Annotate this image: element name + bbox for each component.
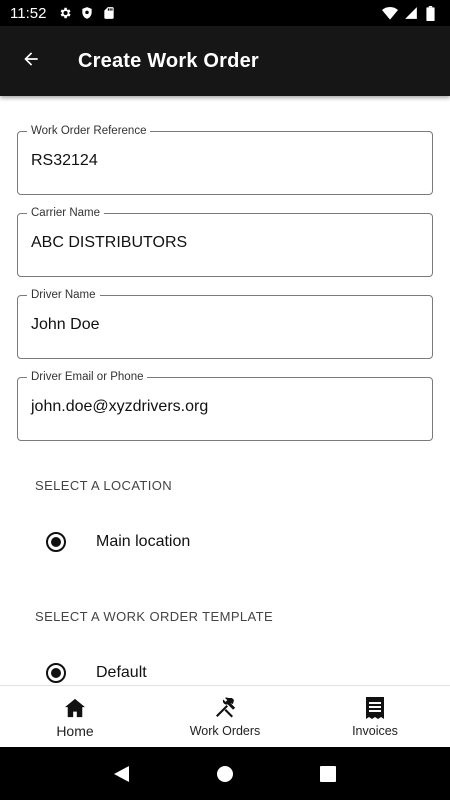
field-label: Driver Email or Phone xyxy=(27,370,148,385)
work-order-reference-field[interactable]: Work Order Reference RS32124 xyxy=(17,124,433,195)
home-icon xyxy=(64,696,86,720)
page-title: Create Work Order xyxy=(78,49,259,72)
back-triangle-icon[interactable] xyxy=(102,754,142,794)
nav-label: Invoices xyxy=(352,724,398,738)
arrow-back-icon xyxy=(21,49,41,74)
bottom-nav: Home Work Orders Invoices xyxy=(0,685,450,747)
driver-email-or-phone-field[interactable]: Driver Email or Phone john.doe@xyzdriver… xyxy=(17,370,433,441)
sd-card-icon xyxy=(102,6,116,20)
radio-label: Default xyxy=(96,664,147,681)
receipt-icon xyxy=(365,696,385,720)
tools-icon xyxy=(213,696,237,720)
nav-item-work-orders[interactable]: Work Orders xyxy=(150,686,300,747)
radio-selected-icon[interactable] xyxy=(46,663,66,683)
driver-name-field[interactable]: Driver Name John Doe xyxy=(17,288,433,359)
template-section-title: SELECT A WORK ORDER TEMPLATE xyxy=(35,609,274,624)
template-option-default[interactable]: Default xyxy=(46,663,147,683)
nav-item-invoices[interactable]: Invoices xyxy=(300,686,450,747)
nav-label: Work Orders xyxy=(189,724,261,738)
home-circle-icon[interactable] xyxy=(205,754,245,794)
field-label: Driver Name xyxy=(27,288,100,303)
field-value[interactable]: RS32124 xyxy=(31,152,98,170)
system-nav-bar xyxy=(0,747,450,800)
status-time: 11:52 xyxy=(10,4,47,22)
battery-icon xyxy=(426,6,440,22)
status-right-icons xyxy=(382,6,440,22)
shield-icon xyxy=(80,6,94,20)
app-bar: Create Work Order xyxy=(0,26,450,96)
field-value[interactable]: John Doe xyxy=(31,316,100,334)
nav-label: Home xyxy=(56,723,94,739)
radio-selected-icon[interactable] xyxy=(46,532,66,552)
radio-label: Main location xyxy=(96,533,191,550)
field-label: Work Order Reference xyxy=(27,124,151,139)
back-button[interactable] xyxy=(0,26,62,96)
location-option-main[interactable]: Main location xyxy=(46,532,190,552)
field-label: Carrier Name xyxy=(27,206,105,221)
field-value[interactable]: ABC DISTRIBUTORS xyxy=(31,234,187,252)
status-left-icons xyxy=(58,6,116,20)
carrier-name-field[interactable]: Carrier Name ABC DISTRIBUTORS xyxy=(17,206,433,277)
nav-item-home[interactable]: Home xyxy=(0,686,150,747)
recents-square-icon[interactable] xyxy=(308,754,348,794)
status-bar: 11:52 xyxy=(0,0,450,26)
field-value[interactable]: john.doe@xyzdrivers.org xyxy=(31,398,208,416)
wifi-icon xyxy=(382,6,398,20)
form-content: Work Order Reference RS32124 Carrier Nam… xyxy=(0,96,450,685)
location-section-title: SELECT A LOCATION xyxy=(35,478,173,493)
signal-icon xyxy=(404,6,418,20)
gear-icon xyxy=(58,6,72,20)
